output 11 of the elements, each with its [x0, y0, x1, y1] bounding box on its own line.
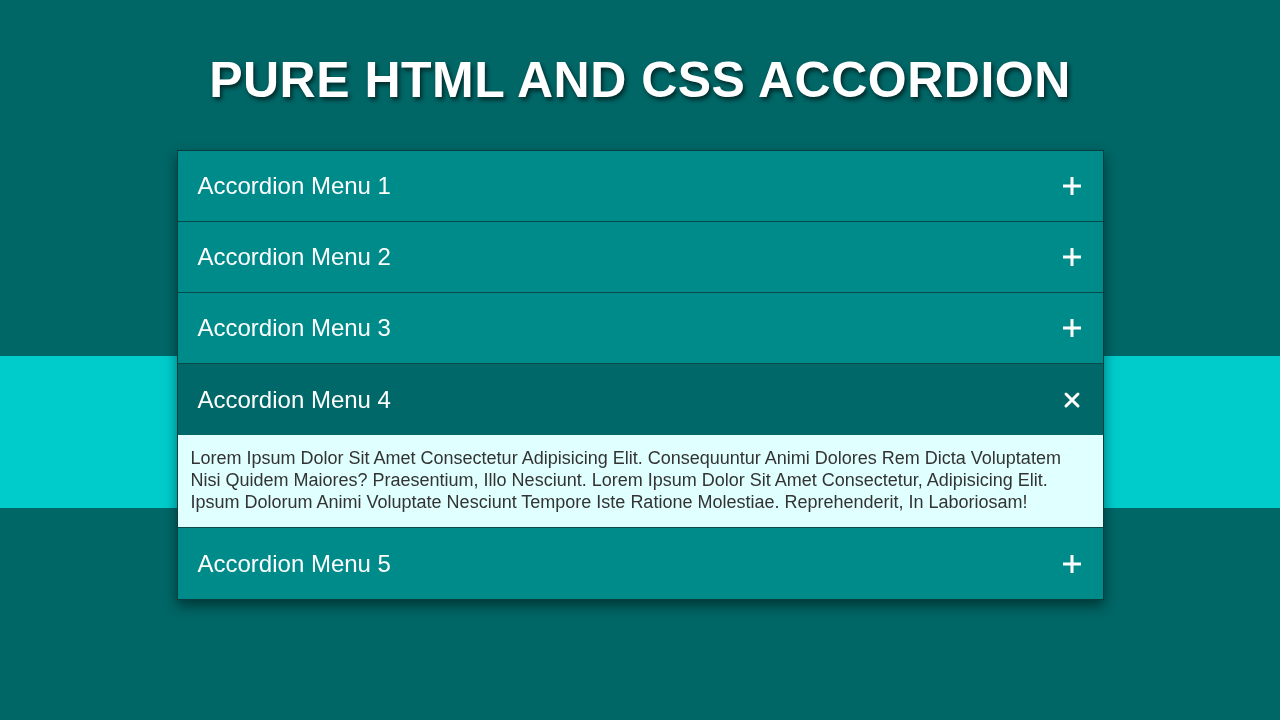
accordion-header[interactable]: Accordion Menu 5 [177, 528, 1103, 599]
plus-icon[interactable] [1061, 176, 1082, 196]
plus-icon[interactable] [1061, 318, 1082, 338]
accordion-header[interactable]: Accordion Menu 4 [177, 364, 1103, 435]
accordion-content: Lorem Ipsum Dolor Sit Amet Consectetur Adipisicing Elit. Consequuntur Animi Dolores Rem Dicta Voluptatem Nisi Quidem Maiores? Praesentium, Illo Nesciunt. Lorem Ipsum Dolor Sit Amet Consectetur, Adipisicing Elit. Ipsum Dolorum Animi Voluptate Nesciunt Tempore Iste Ratione Molestiae. Reprehenderit, In Laboriosam! [177, 435, 1103, 528]
accordion-header[interactable]: Accordion Menu 2 [177, 222, 1103, 293]
accordion-header[interactable]: Accordion Menu 1 [177, 151, 1103, 222]
plus-icon[interactable] [1061, 553, 1082, 574]
accordion-header[interactable]: Accordion Menu 3 [177, 293, 1103, 364]
plus-icon[interactable] [1061, 247, 1082, 267]
page-title: PURE HTML AND CSS ACCORDION [209, 51, 1071, 110]
